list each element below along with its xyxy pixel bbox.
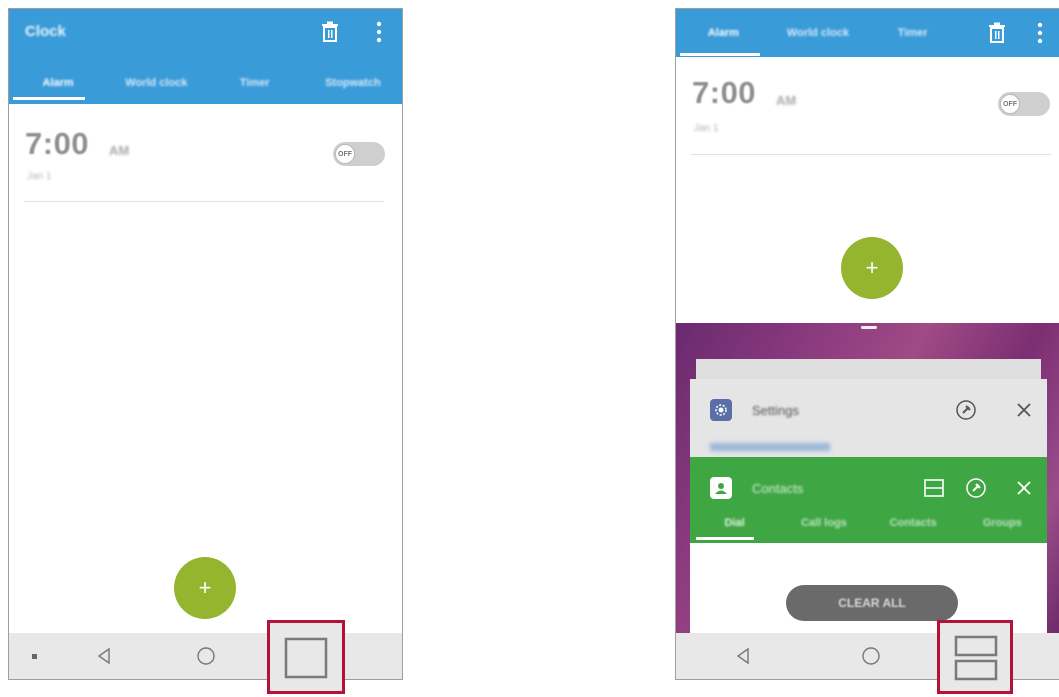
tab-stopwatch[interactable]: Stopwatch: [304, 71, 402, 89]
contacts-tabs: Dial Call logs Contacts Groups: [690, 511, 1047, 529]
recent-apps-button-highlight[interactable]: [267, 620, 345, 694]
dual-window-icon: [954, 635, 998, 681]
app-title: Clock: [25, 23, 66, 40]
tab-indicator: [13, 97, 85, 100]
pin-icon[interactable]: [952, 396, 980, 424]
recent-card-settings[interactable]: Settings: [690, 379, 1047, 463]
split-view-icon[interactable]: [920, 474, 948, 502]
divider: [691, 154, 1051, 155]
clock-screen: Clock Alarm World clock Timer Stopwatch …: [8, 8, 403, 680]
tab-bar: Alarm World clock Timer: [676, 21, 960, 39]
split-handle[interactable]: [861, 326, 877, 329]
alarm-toggle[interactable]: OFF: [333, 142, 385, 166]
back-icon[interactable]: [89, 633, 119, 679]
tab-world-clock[interactable]: World clock: [107, 71, 205, 89]
delete-icon[interactable]: [983, 19, 1011, 47]
tab-timer[interactable]: Timer: [206, 71, 304, 89]
contacts-icon: [710, 477, 732, 499]
app-bar: Alarm World clock Timer: [676, 9, 1059, 57]
tab-world-clock[interactable]: World clock: [771, 21, 866, 39]
split-screen: Alarm World clock Timer 7:00 AM Jan 1 OF…: [675, 8, 1059, 680]
more-options-icon[interactable]: [365, 18, 393, 46]
alarm-date: Jan 1: [694, 123, 719, 134]
toggle-knob: OFF: [1000, 94, 1020, 114]
clear-all-label: CLEAR ALL: [838, 596, 906, 610]
close-icon[interactable]: [1010, 396, 1038, 424]
tab-indicator: [680, 53, 760, 56]
recent-apps-area: Settings Contacts Dial Call logs Contact…: [676, 323, 1059, 635]
divider: [24, 201, 384, 202]
app-bar: Clock Alarm World clock Timer Stopwatch: [9, 9, 402, 104]
tab-bar: Alarm World clock Timer Stopwatch: [9, 71, 402, 89]
alarm-ampm: AM: [109, 143, 130, 158]
alarm-toggle[interactable]: OFF: [998, 92, 1050, 116]
tab-groups[interactable]: Groups: [958, 511, 1047, 529]
dual-window-button-highlight[interactable]: [937, 620, 1013, 694]
alarm-date: Jan 1: [27, 171, 52, 182]
dual-window-dot-icon[interactable]: [21, 633, 47, 679]
add-alarm-button[interactable]: +: [174, 557, 236, 619]
more-options-icon[interactable]: [1026, 19, 1054, 47]
add-alarm-button[interactable]: +: [841, 237, 903, 299]
tab-timer[interactable]: Timer: [865, 21, 960, 39]
home-icon[interactable]: [856, 633, 886, 679]
settings-icon: [710, 399, 732, 421]
card-title: Contacts: [752, 481, 804, 496]
tab-alarm[interactable]: Alarm: [9, 71, 107, 89]
back-icon[interactable]: [728, 633, 758, 679]
toggle-knob: OFF: [335, 144, 355, 164]
tab-indicator: [696, 537, 754, 540]
card-title: Settings: [752, 403, 799, 418]
tab-alarm[interactable]: Alarm: [676, 21, 771, 39]
alarm-time: 7:00: [692, 75, 757, 110]
card-preview: [710, 443, 830, 451]
clear-all-button[interactable]: CLEAR ALL: [786, 585, 958, 621]
pin-icon[interactable]: [962, 474, 990, 502]
tab-contacts[interactable]: Contacts: [869, 511, 958, 529]
recent-apps-icon: [284, 637, 328, 679]
tab-call-logs[interactable]: Call logs: [779, 511, 868, 529]
contacts-header: Contacts Dial Call logs Contacts Groups: [690, 457, 1047, 543]
close-icon[interactable]: [1010, 474, 1038, 502]
delete-icon[interactable]: [316, 18, 344, 46]
alarm-ampm: AM: [776, 93, 797, 108]
alarm-time: 7:00: [25, 126, 90, 161]
home-icon[interactable]: [191, 633, 221, 679]
tab-dial[interactable]: Dial: [690, 511, 779, 529]
